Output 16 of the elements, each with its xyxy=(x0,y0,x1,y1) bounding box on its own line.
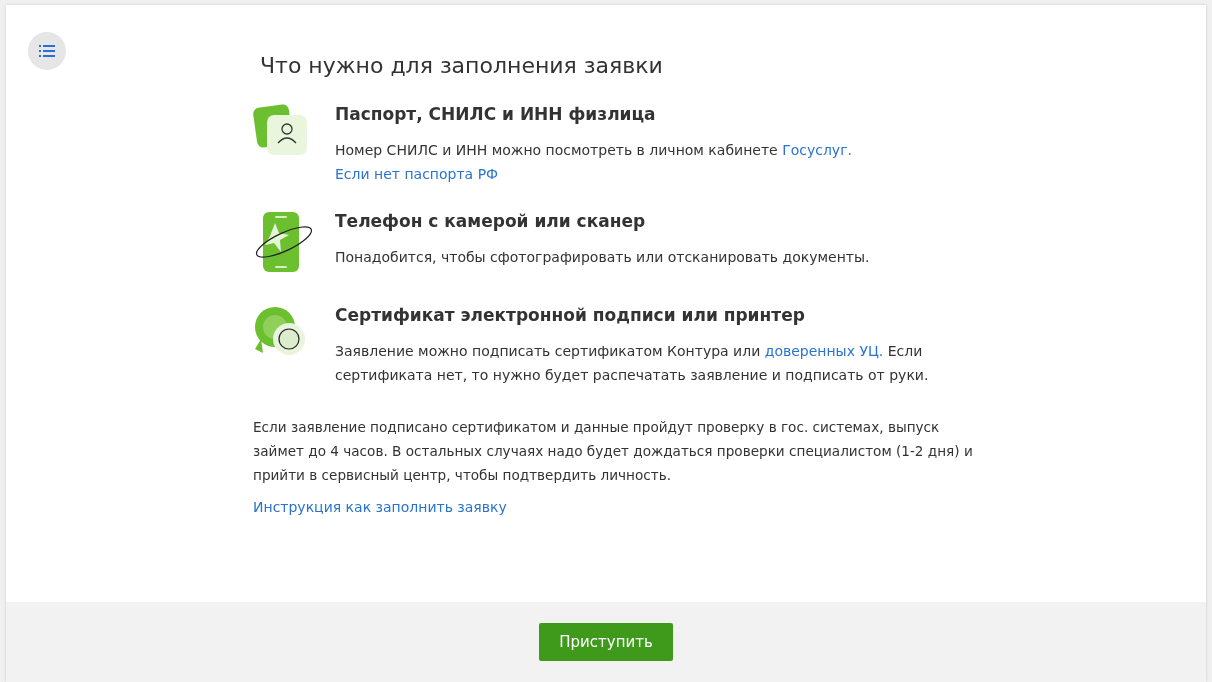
description-link[interactable]: доверенных УЦ. xyxy=(764,343,884,359)
requirement-description: Заявление можно подписать сертификатом Контура или доверенных УЦ. Если сертификата нет, то нужно будет распечатать заявление и подписать от руки. xyxy=(335,342,930,385)
list-icon xyxy=(39,45,55,57)
requirement-title: Сертификат электронной подписи или принтер xyxy=(335,305,806,325)
instruction-link[interactable]: Инструкция как заполнить заявку xyxy=(253,499,507,515)
requirement-title: Паспорт, СНИЛС и ИНН физлица xyxy=(335,104,657,124)
phone-icon xyxy=(253,211,315,273)
info-text: Если заявление подписано сертификатом и данные пройдут проверку в гос. системах, выпуск займет до 4 часов. В остальных случаях надо будет дождаться проверки специалистом (1-2 дня) и прийти в сервисный центр, чтобы подтвердить личность. xyxy=(253,418,974,485)
start-button[interactable]: Приступить xyxy=(539,623,673,661)
requirement-description: Номер СНИЛС и ИНН можно посмотреть в личном кабинете Госуслуг. xyxy=(335,141,852,160)
no-passport-link[interactable]: Если нет паспорта РФ xyxy=(335,166,499,182)
description-link[interactable]: Госуслуг. xyxy=(782,142,852,158)
menu-button[interactable] xyxy=(28,32,66,70)
requirement-title: Телефон с камерой или сканер xyxy=(335,211,647,231)
requirement-description: Понадобится, чтобы сфотографировать или отсканировать документы. xyxy=(335,248,870,267)
page-title: Что нужно для заполнения заявки xyxy=(260,53,664,78)
